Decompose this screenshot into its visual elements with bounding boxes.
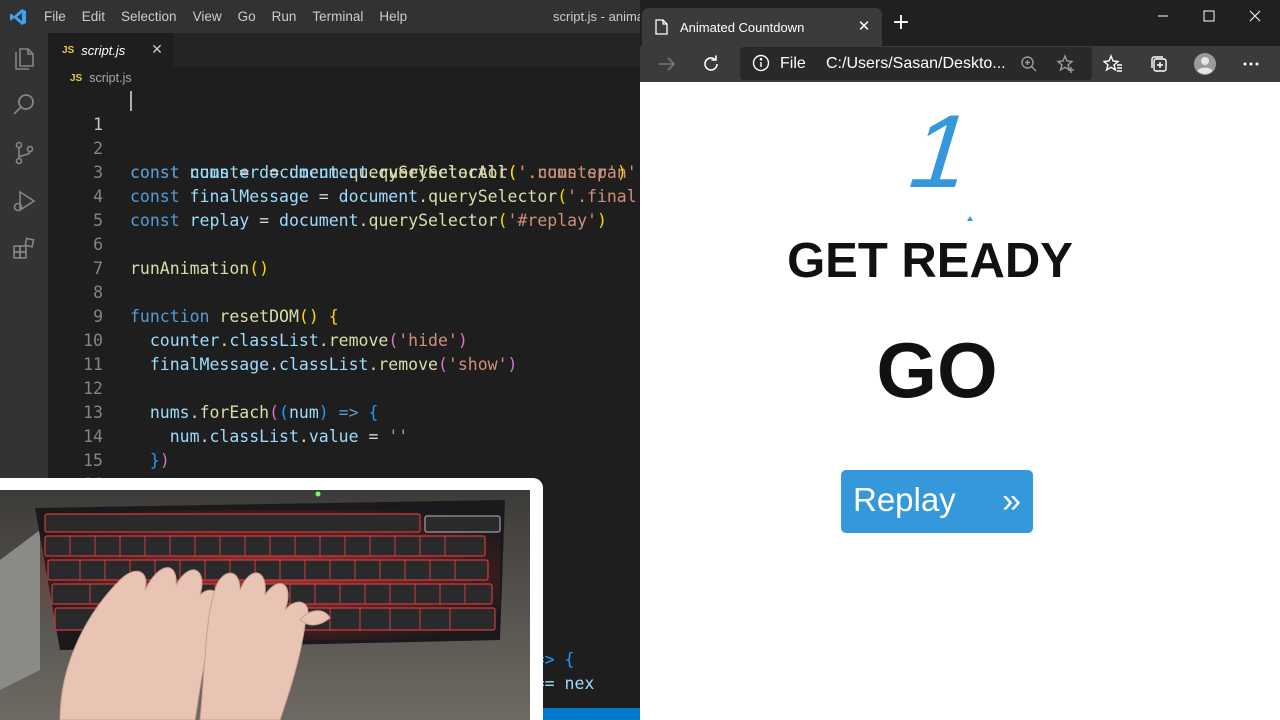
code-line-11: 11 xyxy=(48,329,640,374)
vscode-menubar: File Edit Selection View Go Run Terminal… xyxy=(36,0,415,33)
menu-terminal[interactable]: Terminal xyxy=(304,0,371,33)
page-icon xyxy=(655,19,668,35)
more-icon[interactable] xyxy=(1236,49,1266,79)
final-message: GO xyxy=(876,326,998,414)
extensions-icon[interactable] xyxy=(0,225,48,273)
source-control-icon[interactable] xyxy=(0,129,48,177)
maximize-icon[interactable] xyxy=(1186,0,1232,32)
menu-edit[interactable]: Edit xyxy=(74,0,113,33)
js-file-icon: JS xyxy=(70,72,83,84)
browser-tab-strip: Animated Countdown ✕ + xyxy=(640,0,1280,46)
browser-toolbar: File C:/Users/Sasan/Deskto... xyxy=(640,46,1280,82)
tab-script-js[interactable]: JS script.js ✕ xyxy=(48,33,173,67)
profile-avatar[interactable] xyxy=(1190,49,1220,79)
breadcrumb[interactable]: JS script.js xyxy=(48,67,640,89)
code-line-2: 2 const counter = document.querySelector… xyxy=(48,113,640,182)
explorer-icon[interactable] xyxy=(0,33,48,81)
code-line-10: 10 finalMessage.classList.remove('show') xyxy=(48,305,640,374)
countdown-number: 1 xyxy=(904,94,976,210)
code-line-6: 6 runAnimation() xyxy=(48,209,640,278)
code-line-14: 14 }) xyxy=(48,401,640,470)
js-file-icon: JS xyxy=(62,44,75,56)
code-line-12: 12 nums.forEach((num) => { xyxy=(48,353,640,422)
text-cursor xyxy=(130,91,132,111)
replay-label: Replay xyxy=(853,481,956,518)
refresh-icon[interactable] xyxy=(696,49,726,79)
tab-label: script.js xyxy=(81,42,126,58)
browser-window: Animated Countdown ✕ + File C:/Users/Sas… xyxy=(640,0,1280,720)
close-icon[interactable]: ✕ xyxy=(856,19,872,35)
browser-tab[interactable]: Animated Countdown ✕ xyxy=(642,8,882,46)
add-favorite-icon[interactable] xyxy=(1056,54,1076,78)
address-url: C:/Users/Sasan/Deskto... xyxy=(826,55,1006,72)
window-close-icon[interactable] xyxy=(1232,0,1278,32)
forward-icon[interactable] xyxy=(652,49,682,79)
minimize-icon[interactable] xyxy=(1140,0,1186,32)
code-line-1: 1 const nums = document.querySelectorAll… xyxy=(48,89,640,182)
menu-help[interactable]: Help xyxy=(371,0,415,33)
code-line-7: 7 xyxy=(48,233,640,278)
vscode-logo-icon xyxy=(0,0,36,33)
code-line-5: 5 xyxy=(48,185,640,230)
web-page: 1 GET READY GO Replay » xyxy=(640,82,1280,720)
replay-button[interactable]: Replay » xyxy=(841,470,1033,533)
search-icon[interactable] xyxy=(0,81,48,129)
code-line-3: 3 const finalMessage = document.querySel… xyxy=(48,137,640,206)
get-ready-heading: GET READY xyxy=(787,234,1073,288)
menu-view[interactable]: View xyxy=(185,0,230,33)
double-chevron-right-icon: » xyxy=(1002,482,1021,520)
menu-selection[interactable]: Selection xyxy=(113,0,185,33)
favorites-icon[interactable] xyxy=(1098,49,1128,79)
code-line-9: 9 counter.classList.remove('hide') xyxy=(48,281,640,350)
collections-icon[interactable] xyxy=(1144,49,1174,79)
address-scheme: File xyxy=(780,55,806,72)
window-title: script.js - animat xyxy=(553,9,640,24)
countdown-mark xyxy=(967,216,973,221)
menu-file[interactable]: File xyxy=(36,0,74,33)
code-line-15: 15 xyxy=(48,425,640,470)
info-icon[interactable] xyxy=(752,54,770,76)
code-line-4: 4 const replay = document.querySelector(… xyxy=(48,161,640,230)
code-line-16: 16 nums[0].classList.add('in') xyxy=(48,449,640,518)
new-tab-icon[interactable]: + xyxy=(890,12,912,34)
close-icon[interactable]: ✕ xyxy=(149,41,165,57)
address-bar[interactable]: File C:/Users/Sasan/Deskto... xyxy=(740,47,1092,80)
tab-title: Animated Countdown xyxy=(680,19,805,35)
code-line-13: 13 num.classList.value = '' xyxy=(48,377,640,446)
webcam-overlay-image xyxy=(0,478,543,720)
menu-go[interactable]: Go xyxy=(230,0,264,33)
menu-run[interactable]: Run xyxy=(264,0,305,33)
status-bar xyxy=(543,708,640,720)
vscode-window: File Edit Selection View Go Run Terminal… xyxy=(0,0,640,720)
breadcrumb-file: script.js xyxy=(89,71,132,85)
run-debug-icon[interactable] xyxy=(0,177,48,225)
vscode-titlebar: File Edit Selection View Go Run Terminal… xyxy=(0,0,640,33)
editor-tabs: JS script.js ✕ xyxy=(48,33,640,67)
zoom-icon[interactable] xyxy=(1020,55,1038,77)
code-line-8: 8 function resetDOM() { xyxy=(48,257,640,326)
